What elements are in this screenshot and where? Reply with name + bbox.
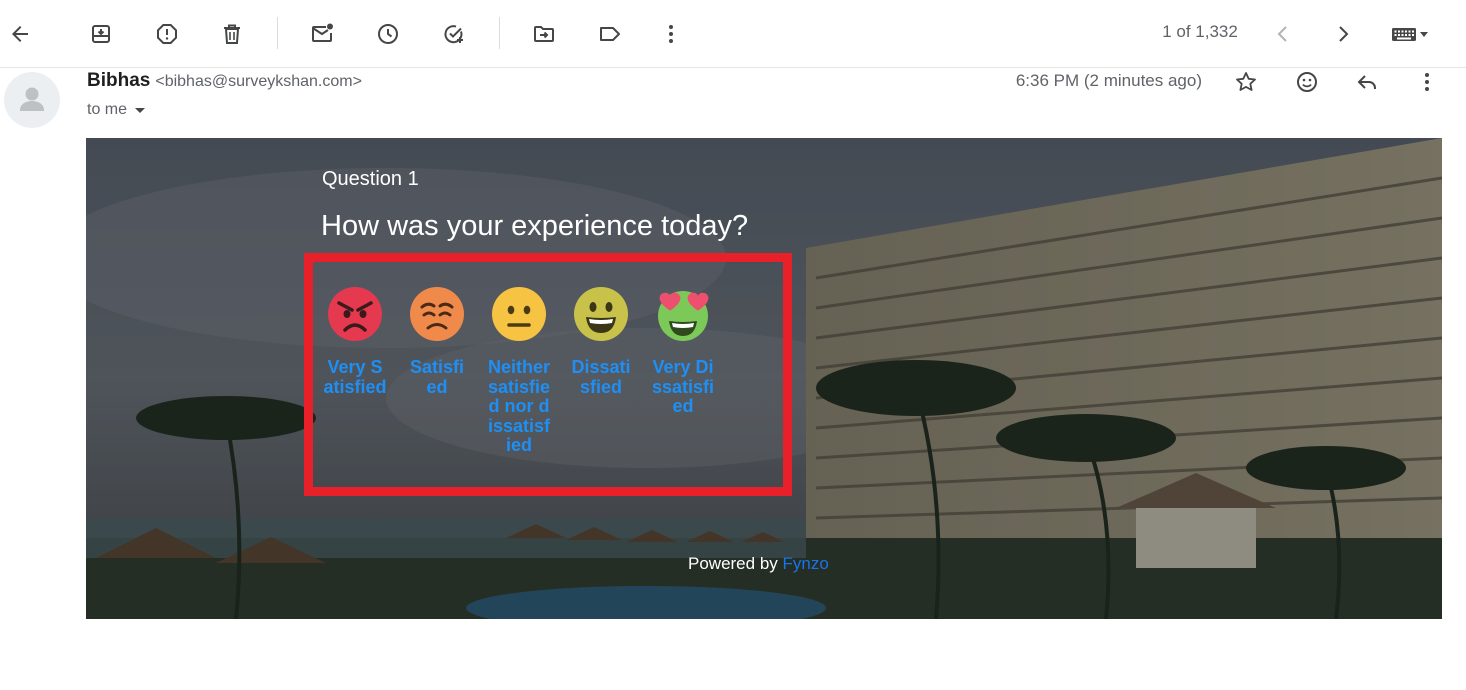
reply-button[interactable] [1347,62,1387,102]
chevron-left-icon [1277,26,1287,42]
rating-option-label: Satisfied [409,357,465,397]
message-toolbar: 1 of 1,332 [0,0,1466,68]
rating-option-3[interactable]: Neither satisfied nor dissatisfied [484,286,554,456]
toolbar-divider [499,17,500,49]
angry-face-icon [328,287,382,341]
chevron-right-icon [1339,26,1349,42]
move-to-folder-icon [534,26,554,42]
recipient-text: to me [87,101,128,118]
trash-icon [224,24,240,44]
smiley-icon [1297,72,1317,92]
rating-option-label: Dissatisfied [571,357,631,397]
more-vertical-icon [1425,73,1429,91]
arrow-back-icon [12,26,28,42]
fynzo-link[interactable]: Fynzo [783,554,829,573]
mark-unread-button[interactable] [302,14,342,54]
keyboard-icon [1392,28,1428,41]
survey-banner: Question 1 How was your experience today… [86,138,1442,619]
rating-option-label: Very Dissatisfied [651,357,715,416]
rating-option-1[interactable]: Very Satisfied [320,286,390,397]
sender-line: Bibhas <bibhas@surveykshan.com> [87,70,362,94]
heart-eyes-face-icon [658,291,709,341]
report-spam-button[interactable] [147,14,187,54]
rating-option-label: Neither satisfied nor dissatisfied [487,357,551,455]
powered-by-text: Powered by [688,554,778,573]
label-icon [600,27,620,41]
person-icon [20,87,44,111]
neutral-face-icon [492,287,546,341]
grinning-face-icon [574,287,628,341]
question-label: Question 1 [322,168,419,190]
caret-down-icon [135,108,146,113]
mark-unread-icon [312,23,333,42]
star-icon [1236,72,1256,91]
add-reaction-button[interactable] [1287,62,1327,102]
rating-option-2[interactable]: Satisfied [402,286,472,397]
star-button[interactable] [1226,62,1266,102]
more-vertical-icon [669,25,673,43]
recipient-details-toggle[interactable]: to me [87,101,147,119]
archive-button[interactable] [81,14,121,54]
frowning-face-icon [410,287,464,341]
add-task-icon [444,25,463,44]
archive-icon [92,25,110,43]
delete-button[interactable] [212,14,252,54]
more-actions-button[interactable] [651,14,691,54]
powered-by-footer: Powered by Fynzo [688,554,829,574]
message-timestamp: 6:36 PM (2 minutes ago) [1015,71,1202,90]
question-text: How was your experience today? [321,210,749,242]
add-to-tasks-button[interactable] [434,14,474,54]
report-spam-icon [157,24,177,44]
sender-email: <bibhas@surveykshan.com> [155,73,362,90]
move-to-button[interactable] [524,14,564,54]
reply-icon [1357,75,1376,89]
message-more-button[interactable] [1407,62,1447,102]
labels-button[interactable] [590,14,630,54]
newer-button[interactable] [1263,14,1303,54]
toolbar-divider [277,17,278,49]
rating-options: Very Satisfied Satisfied Neither satisfi… [320,286,740,466]
back-button[interactable] [0,14,40,54]
rating-option-label: Very Satisfied [323,357,387,397]
sender-name[interactable]: Bibhas [87,70,150,92]
clock-icon [378,24,398,44]
sender-avatar[interactable] [4,72,60,128]
rating-option-4[interactable]: Dissatisfied [566,286,636,397]
rating-option-5[interactable]: Very Dissatisfied [648,286,718,417]
older-button[interactable] [1323,14,1363,54]
input-tools-button[interactable] [1380,14,1440,54]
pagination-count: 1 of 1,332 [1162,22,1238,41]
snooze-button[interactable] [368,14,408,54]
